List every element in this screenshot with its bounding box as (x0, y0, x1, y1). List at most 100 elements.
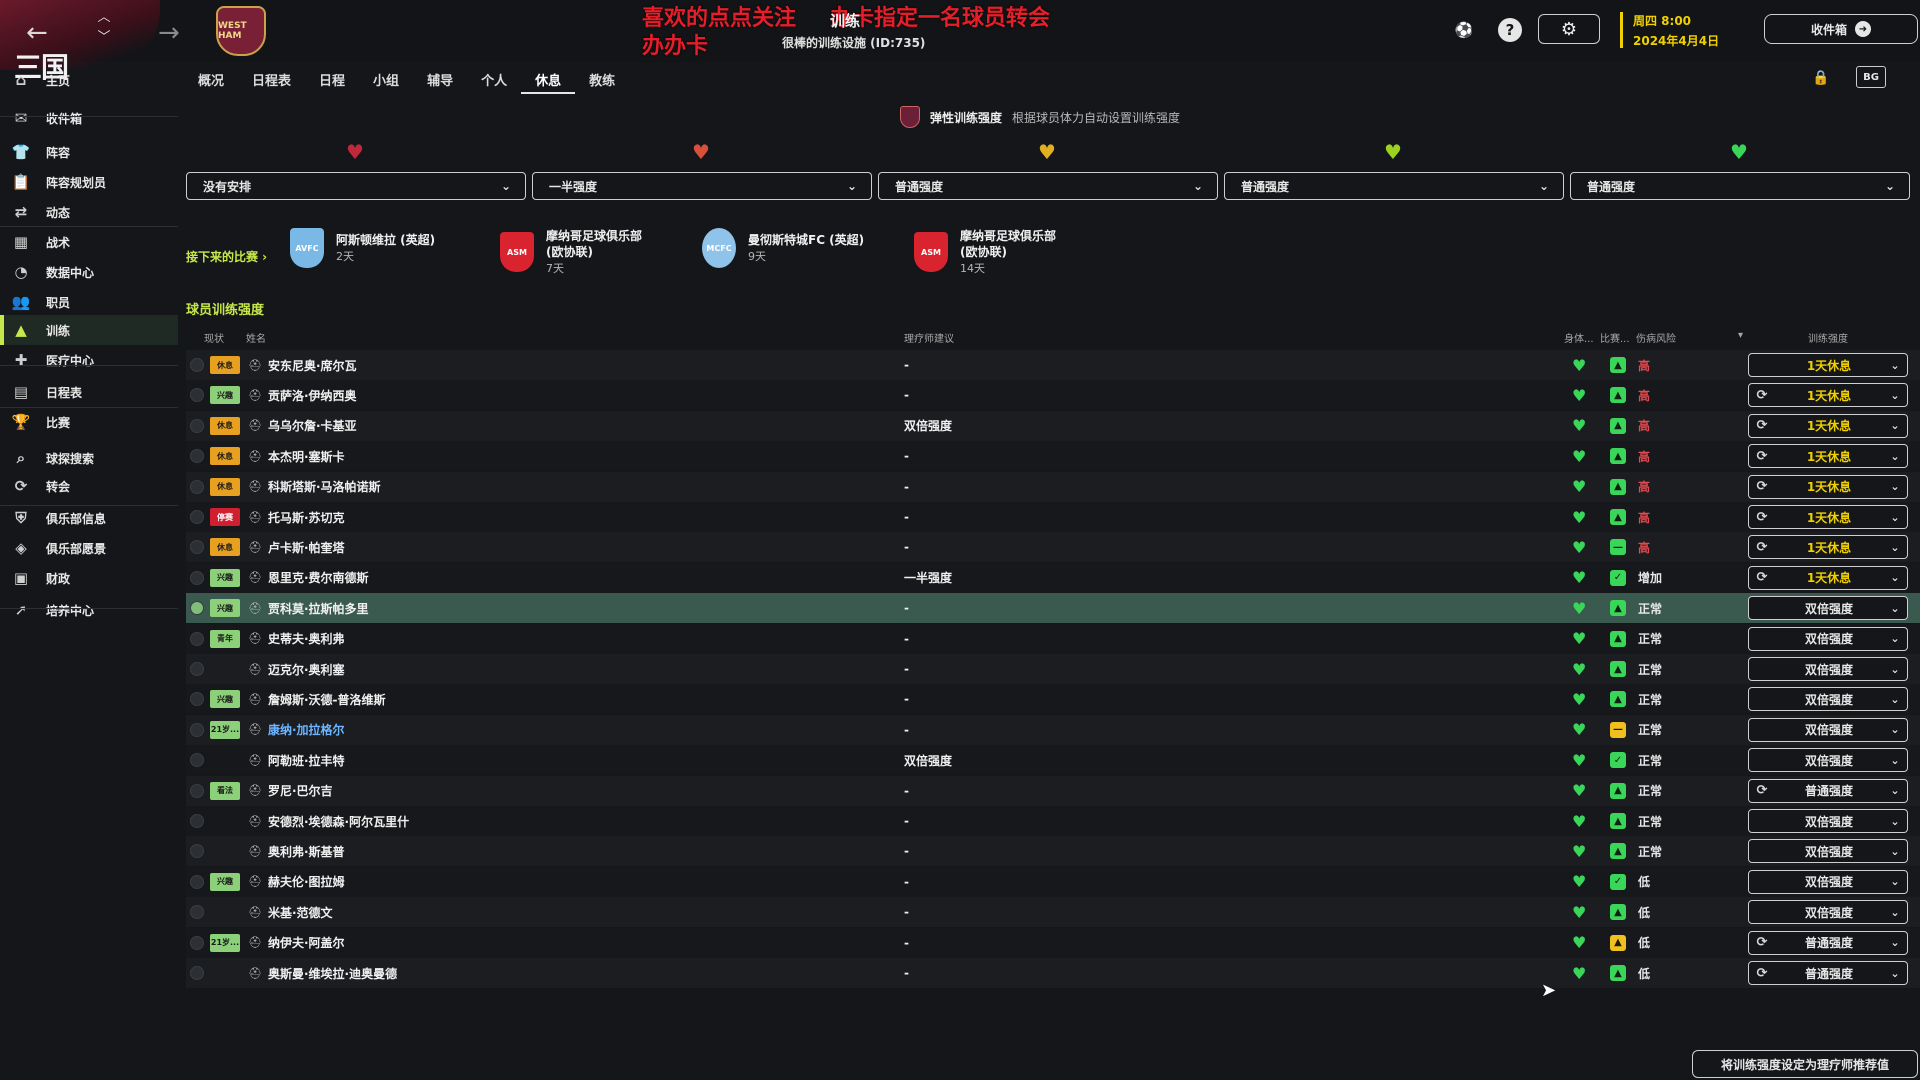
day-intensity-select[interactable]: 普通强度 ⌄ (1224, 172, 1564, 200)
reset-icon[interactable]: ⟳ (1749, 540, 1775, 555)
tab-1[interactable]: 日程表 (238, 62, 305, 94)
upcoming-match[interactable]: ASM 摩纳哥足球俱乐部 (欧协联) 14天 (914, 228, 1056, 276)
sidebar-item-finances[interactable]: ▣ 财政 (0, 563, 178, 593)
row-checkbox[interactable] (190, 418, 204, 433)
sidebar-item-development[interactable]: ➚ 培养中心 (0, 595, 178, 625)
reset-icon[interactable]: ⟳ (1749, 449, 1775, 464)
reset-icon[interactable]: ⟳ (1749, 783, 1775, 798)
player-name[interactable]: 乌乌尔詹·卡基亚 (268, 417, 357, 434)
player-name[interactable]: 贡萨洛·伊纳西奥 (268, 387, 357, 404)
status-badge[interactable]: 兴趣 (210, 568, 240, 587)
day-intensity-select[interactable]: 没有安排 ⌄ (186, 172, 526, 200)
row-checkbox[interactable] (190, 631, 204, 646)
upcoming-matches-link[interactable]: 接下来的比赛 › (186, 248, 267, 265)
reset-icon[interactable]: ⟳ (1749, 935, 1775, 950)
table-row[interactable]: 看法 ⛑ 罗尼·巴尔吉 - ♥ ▲ 正常 ⟳ 普通强度 ⌄ (186, 775, 1920, 806)
settings-button[interactable]: ⚙ (1538, 14, 1600, 44)
training-intensity-select[interactable]: 1天休息 ⌄ (1748, 353, 1908, 377)
row-checkbox[interactable] (190, 935, 204, 950)
table-row[interactable]: 休息 ⛑ 科斯塔斯·马洛帕诺斯 - ♥ ▲ 高 ⟳ 1天休息 ⌄ (186, 471, 1920, 502)
sort-chevron-icon[interactable]: ▾ (1738, 330, 1743, 341)
set-recommended-button[interactable]: 将训练强度设定为理疗师推荐值 (1692, 1050, 1918, 1078)
player-name[interactable]: 詹姆斯·沃德-普洛维斯 (268, 691, 386, 708)
player-name[interactable]: 本杰明·塞斯卡 (268, 448, 345, 465)
row-checkbox[interactable] (190, 966, 204, 980)
player-name[interactable]: 安东尼奥·席尔瓦 (268, 357, 357, 374)
status-badge[interactable]: 休息 (210, 447, 240, 466)
row-checkbox[interactable] (190, 662, 204, 676)
sidebar-item-transfers[interactable]: ⟳ 转会 (0, 471, 178, 501)
sidebar-item-inbox[interactable]: ✉ 收件箱 (0, 103, 178, 133)
training-intensity-select[interactable]: 双倍强度 ⌄ (1748, 596, 1908, 621)
tab-2[interactable]: 日程 (305, 62, 359, 94)
status-badge[interactable]: 兴趣 (210, 690, 240, 709)
upcoming-match[interactable]: ASM 摩纳哥足球俱乐部 (欧协联) 7天 (500, 228, 642, 276)
sidebar-item-tactics[interactable]: ▦ 战术 (0, 227, 178, 257)
table-row[interactable]: 21岁... ⛑ 康纳·加拉格尔 - ♥ — 正常 双倍强度 ⌄ (186, 714, 1920, 745)
table-row[interactable]: 青年 ⛑ 史蒂夫·奥利弗 - ♥ ▲ 正常 双倍强度 ⌄ (186, 623, 1920, 654)
table-row[interactable]: ⛑ 安德烈·埃德森·阿尔瓦里什 - ♥ ▲ 正常 双倍强度 ⌄ (186, 806, 1920, 836)
lock-icon[interactable]: 🔒 (1812, 70, 1829, 86)
training-intensity-select[interactable]: ⟳ 1天休息 ⌄ (1748, 444, 1908, 469)
forward-arrow-icon[interactable]: → (158, 18, 180, 48)
row-checkbox[interactable] (190, 722, 204, 737)
col-name[interactable]: 姓名 (246, 330, 266, 345)
reset-icon[interactable]: ⟳ (1749, 479, 1775, 494)
day-intensity-select[interactable]: 普通强度 ⌄ (878, 172, 1218, 200)
row-checkbox[interactable] (190, 388, 204, 403)
sidebar-item-club-vision[interactable]: ◈ 俱乐部愿景 (0, 533, 178, 563)
sidebar-item-staff[interactable]: 👥 职员 (0, 287, 178, 317)
col-sharpness[interactable]: 比赛... (1600, 330, 1630, 345)
row-checkbox[interactable] (190, 692, 204, 707)
training-intensity-select[interactable]: 双倍强度 ⌄ (1748, 687, 1908, 712)
table-row[interactable]: 休息 ⛑ 卢卡斯·帕奎塔 - ♥ — 高 ⟳ 1天休息 ⌄ (186, 532, 1920, 563)
col-risk[interactable]: 伤病风险 (1636, 330, 1676, 345)
reset-icon[interactable]: ⟳ (1749, 570, 1775, 585)
sidebar-item-training[interactable]: ▲ 训练 (0, 315, 178, 345)
training-intensity-select[interactable]: 双倍强度 ⌄ (1748, 748, 1908, 773)
table-row[interactable]: 兴趣 ⛑ 恩里克·费尔南德斯 一半强度 ♥ ✓ 增加 ⟳ 1天休息 ⌄ (186, 562, 1920, 593)
training-intensity-select[interactable]: 双倍强度 ⌄ (1748, 900, 1908, 925)
table-row[interactable]: 21岁... ⛑ 纳伊夫·阿盖尔 - ♥ ▲ 低 ⟳ 普通强度 ⌄ (186, 927, 1920, 958)
table-row[interactable]: 休息 ⛑ 乌乌尔詹·卡基亚 双倍强度 ♥ ▲ 高 ⟳ 1天休息 ⌄ (186, 410, 1920, 441)
player-name[interactable]: 恩里克·费尔南德斯 (268, 569, 369, 586)
table-row[interactable]: ⛑ 阿勒班·拉丰特 双倍强度 ♥ ✓ 正常 双倍强度 ⌄ (186, 745, 1920, 776)
reset-icon[interactable]: ⟳ (1749, 510, 1775, 525)
col-intensity[interactable]: 训练强度 (1808, 330, 1848, 345)
table-row[interactable]: 休息 ⛑ 安东尼奥·席尔瓦 - ♥ ▲ 高 1天休息 ⌄ (186, 350, 1920, 380)
row-checkbox[interactable] (190, 814, 204, 828)
network-icon[interactable]: ⚽ (1452, 18, 1476, 42)
upcoming-match[interactable]: MCFC 曼彻斯特城FC (英超) 9天 (702, 228, 864, 268)
status-badge[interactable]: 兴趣 (210, 872, 240, 891)
player-name[interactable]: 康纳·加拉格尔 (268, 721, 345, 738)
col-advice[interactable]: 理疗师建议 (904, 330, 954, 345)
row-checkbox[interactable] (190, 753, 204, 768)
training-intensity-select[interactable]: ⟳ 1天休息 ⌄ (1748, 474, 1908, 499)
day-intensity-select[interactable]: 一半强度 ⌄ (532, 172, 872, 200)
training-intensity-select[interactable]: 双倍强度 ⌄ (1748, 809, 1908, 833)
player-name[interactable]: 罗尼·巴尔吉 (268, 782, 333, 799)
sidebar-item-competitions[interactable]: 🏆 比赛 (0, 407, 178, 437)
table-row[interactable]: ⛑ 奥利弗·斯基普 - ♥ ▲ 正常 双倍强度 ⌄ (186, 836, 1920, 867)
player-name[interactable]: 奥斯曼·维埃拉·迪奥曼德 (268, 965, 397, 982)
reset-icon[interactable]: ⟳ (1749, 418, 1775, 433)
status-badge[interactable]: 休息 (210, 538, 240, 557)
training-intensity-select[interactable]: ⟳ 1天休息 ⌄ (1748, 535, 1908, 560)
table-row[interactable]: 兴趣 ⛑ 贾科莫·拉斯帕多里 - ♥ ▲ 正常 双倍强度 ⌄ (186, 593, 1920, 624)
table-row[interactable]: 兴趣 ⛑ 贡萨洛·伊纳西奥 - ♥ ▲ 高 ⟳ 1天休息 ⌄ (186, 380, 1920, 411)
sidebar-item-medical[interactable]: ✚ 医疗中心 (0, 345, 178, 375)
sidebar-item-data-hub[interactable]: ◔ 数据中心 (0, 257, 178, 287)
player-name[interactable]: 赫夫伦·图拉姆 (268, 873, 345, 890)
row-checkbox[interactable] (190, 570, 204, 585)
player-name[interactable]: 纳伊夫·阿盖尔 (268, 934, 345, 951)
table-row[interactable]: 兴趣 ⛑ 詹姆斯·沃德-普洛维斯 - ♥ ▲ 正常 双倍强度 ⌄ (186, 684, 1920, 715)
row-checkbox[interactable] (190, 905, 204, 920)
status-badge[interactable]: 休息 (210, 356, 240, 374)
reset-icon[interactable]: ⟳ (1749, 388, 1775, 403)
sidebar-item-squad[interactable]: 👕 阵容 (0, 137, 178, 167)
table-row[interactable]: ⛑ 迈克尔·奥利塞 - ♥ ▲ 正常 双倍强度 ⌄ (186, 654, 1920, 684)
training-intensity-select[interactable]: 双倍强度 ⌄ (1748, 657, 1908, 681)
sidebar-item-scouting[interactable]: ⌕ 球探搜索 (0, 443, 178, 473)
player-name[interactable]: 安德烈·埃德森·阿尔瓦里什 (268, 813, 409, 830)
training-intensity-select[interactable]: ⟳ 1天休息 ⌄ (1748, 565, 1908, 590)
